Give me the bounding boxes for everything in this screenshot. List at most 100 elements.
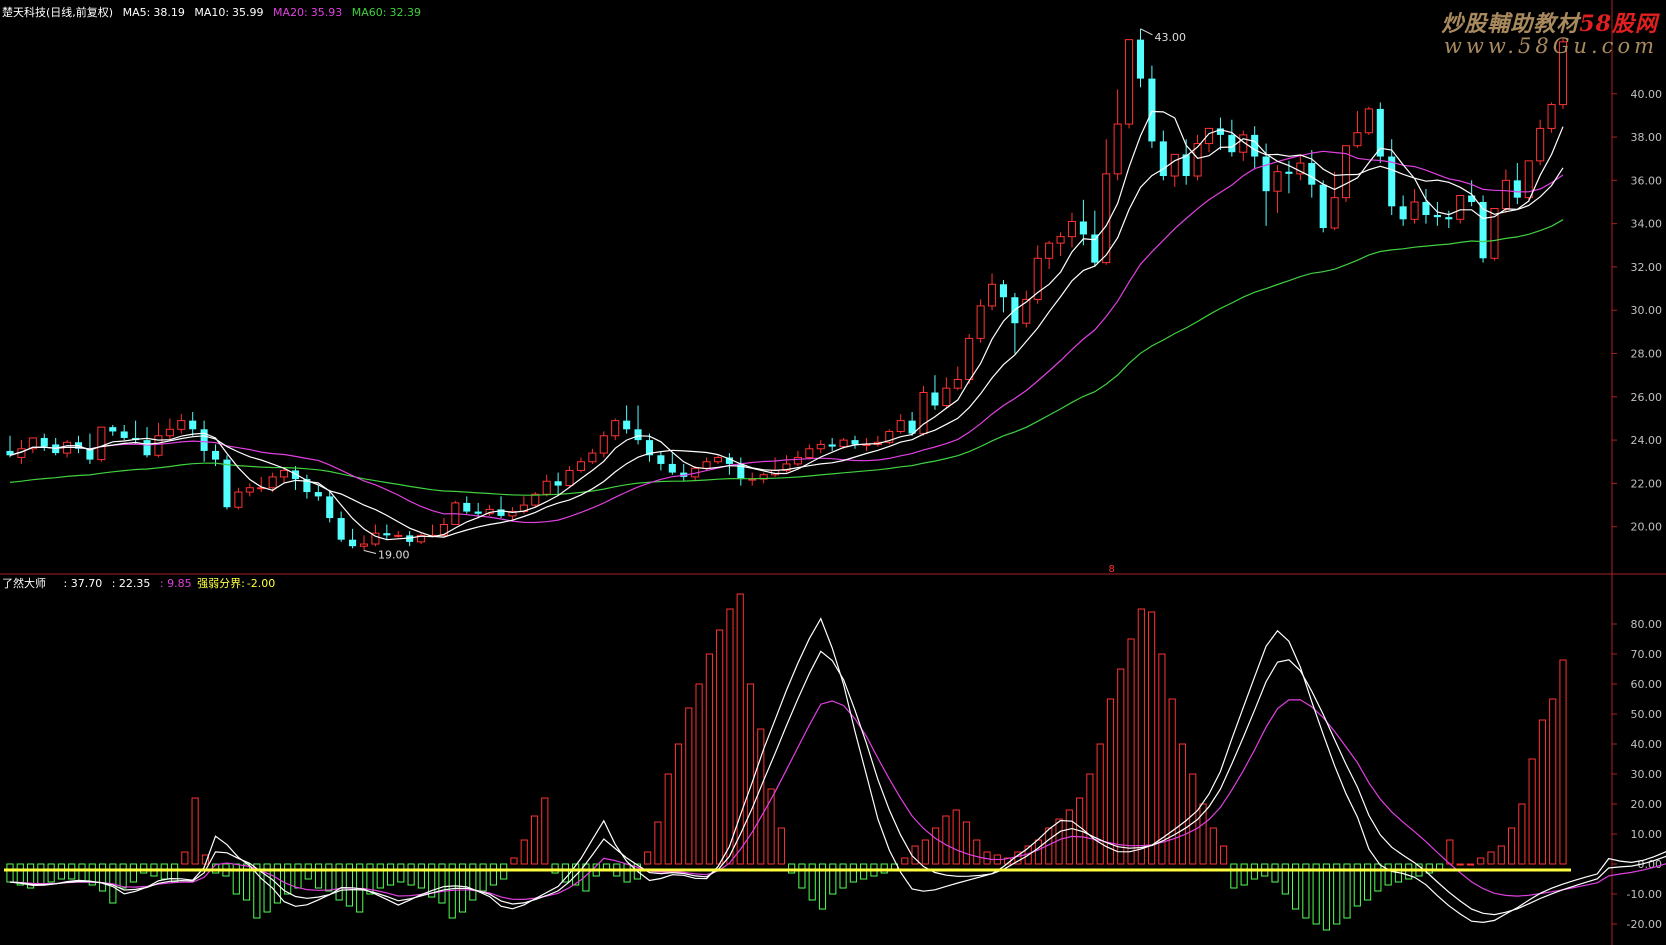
indicator-bar-down (386, 863, 395, 886)
candle-body-up (1170, 153, 1179, 177)
stock-chart-canvas[interactable]: 20.00 22.00 24.00 26.00 28.00 30.00 32.00 34.00… (0, 0, 1666, 945)
indicator-bar-up (181, 851, 189, 865)
high-pointer (1140, 28, 1153, 36)
indicator-bar-up (1477, 857, 1485, 865)
ma20-readout: MA20: 35.93 (273, 6, 342, 19)
indicator-bar-down (1384, 863, 1392, 886)
candle-body-up (154, 435, 163, 456)
candle-body-down (1262, 156, 1270, 192)
indicator-bar-down (849, 863, 857, 883)
candle (565, 466, 574, 488)
candle (120, 424, 128, 441)
candle (919, 386, 928, 436)
indicator-bar-up (1497, 845, 1505, 865)
candle-body-up (245, 487, 254, 493)
candle-body-down (1136, 39, 1145, 79)
candle-body-down (1308, 163, 1316, 185)
candle (63, 440, 72, 458)
candle (303, 474, 311, 499)
indicator-bar-up (716, 629, 724, 865)
indicator-bar-up (1137, 608, 1145, 865)
candle-body-up (816, 443, 825, 450)
candle (623, 405, 631, 434)
price-tick-label: 24.00 (1631, 434, 1663, 447)
candle (1216, 117, 1224, 151)
ma5-line (9, 110, 1564, 541)
indicator-bar-up (1518, 803, 1526, 865)
indicator-bar-up (1117, 668, 1125, 865)
high-annotation: 43.00 (1154, 31, 1186, 44)
candle (1399, 195, 1407, 226)
candle-body-up (965, 337, 974, 381)
indicator-bar-down (294, 863, 302, 889)
indicator-bar-up (932, 827, 940, 865)
candle-body-down (668, 463, 676, 473)
price-tick-label: 28.00 (1631, 348, 1663, 361)
candle (394, 531, 403, 538)
candle-body-down (463, 502, 471, 512)
candle (896, 414, 905, 434)
candle-body-up (531, 493, 540, 506)
indicator-bar-down (1240, 863, 1248, 886)
candle (1136, 28, 1145, 88)
candle (1536, 119, 1545, 166)
candle-body-up (542, 480, 551, 495)
indicator-bar-up (777, 827, 785, 865)
candle (1353, 111, 1362, 148)
candle (1056, 232, 1065, 257)
candle-body-up (1547, 104, 1556, 129)
indicator-bar-down (397, 863, 405, 883)
candle (1159, 130, 1167, 181)
candle-body-down (212, 450, 220, 460)
indicator-bar-up (1034, 839, 1043, 865)
candle-body-up (1273, 171, 1282, 192)
ma10-label: MA10: (194, 6, 230, 19)
ma10-value: 35.99 (232, 6, 264, 19)
indicator-bar-up (1086, 773, 1094, 865)
candle-body-down (337, 518, 345, 540)
boundary-readout: 强弱分界: -2.00 (197, 577, 275, 590)
candle-body-up (1113, 123, 1122, 175)
candle-body-down (1422, 202, 1430, 215)
indicator-bar-up (921, 839, 929, 865)
candle (451, 500, 460, 526)
candle-body-up (1067, 220, 1077, 238)
candle-body-up (976, 305, 985, 339)
candle (40, 433, 48, 451)
indicator-bar-up (973, 839, 981, 865)
candle-body-down (1376, 108, 1384, 157)
candle-body-down (143, 440, 151, 456)
candle-body-up (1364, 108, 1373, 134)
indicator-bar-up (962, 821, 971, 865)
price-tick-label: 34.00 (1631, 218, 1663, 231)
indicator-tick-label: 60.00 (1631, 678, 1663, 691)
candle-body-up (611, 420, 620, 437)
low-annotation: 19.00 (378, 549, 410, 562)
candle (976, 299, 985, 343)
indicator-bar-down (6, 863, 14, 883)
candle-body-down (1285, 171, 1293, 174)
candle (953, 366, 962, 391)
candle (816, 440, 825, 454)
candle (1239, 130, 1248, 161)
candle-body-up (713, 456, 723, 463)
indicator-bar-down (1333, 863, 1341, 925)
candle (1319, 180, 1327, 233)
candle (668, 453, 676, 475)
candle (223, 455, 231, 510)
candle-body-down (326, 496, 334, 519)
indicator-tick-label: -20.00 (1627, 918, 1662, 931)
candle-body-up (793, 456, 802, 465)
candle-body-up (1410, 201, 1419, 220)
indicator-value-1: : 37.70 (63, 577, 103, 590)
candle (189, 411, 197, 436)
indicator-bar-down (1312, 863, 1320, 925)
indicator-bar-down (623, 863, 631, 883)
indicator-bar-down (489, 863, 497, 886)
indicator-bar-down (98, 863, 107, 892)
candle (371, 524, 380, 547)
indicator-tick-label: 80.00 (1631, 618, 1663, 631)
indicator-bar-up (1189, 773, 1197, 865)
indicator-value-2: : 22.35 (111, 577, 151, 590)
ma60-label: MA60: (351, 6, 387, 19)
